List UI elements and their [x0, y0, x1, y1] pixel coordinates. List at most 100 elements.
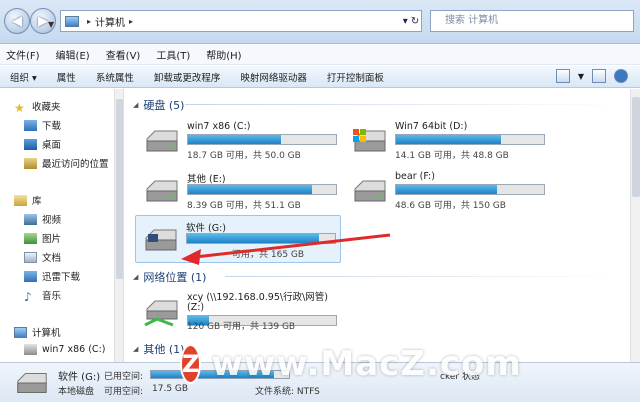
windows-drive-icon	[353, 129, 386, 152]
nav-scrollbar[interactable]	[114, 89, 123, 362]
hard-drive-icon	[146, 130, 178, 152]
music-note-icon: ♪	[24, 289, 32, 304]
picture-icon	[24, 232, 37, 244]
content-pane: ◢ 硬盘 (5) win7 x86 (C:) 18.7 GB 可用，共 50.0…	[125, 89, 640, 362]
chevron-right-icon[interactable]: ▸	[87, 17, 91, 26]
refresh-icon[interactable]: ▾ ↻	[400, 10, 422, 32]
details-usage-bar	[150, 370, 290, 379]
group-divider	[185, 104, 625, 105]
nav-thunder-label: 迅雷下载	[42, 272, 81, 283]
hard-drive-icon	[17, 373, 47, 394]
nav-documents-label: 文档	[42, 253, 62, 264]
nav-music[interactable]: ♪ 音乐	[24, 288, 61, 304]
back-button[interactable]: ◀	[4, 8, 30, 34]
hard-drive-icon	[354, 180, 386, 202]
group-header-hdd[interactable]: ◢ 硬盘 (5)	[133, 97, 184, 113]
menu-tools[interactable]: 工具(T)	[156, 47, 190, 62]
drive-d[interactable]: Win7 64bit (D:) 14.1 GB 可用，共 48.8 GB	[345, 117, 545, 163]
network-drive-name: xcy (\\192.168.0.95\行政\网管)	[187, 292, 328, 303]
nav-pictures[interactable]: 图片	[24, 231, 61, 245]
nav-computer-label: 计算机	[32, 328, 61, 339]
group-header-other[interactable]: ◢ 其他 (1)	[133, 341, 184, 357]
help-icon[interactable]	[614, 69, 628, 83]
map-network-drive-button[interactable]: 映射网络驱动器	[240, 70, 307, 84]
hard-drive-icon	[146, 180, 178, 202]
document-icon	[24, 251, 37, 263]
details-drive-name: 软件 (G:)	[58, 372, 101, 383]
details-bitlocker-status: cker 状态	[440, 372, 480, 382]
network-drive-icon	[144, 300, 178, 327]
nav-desktop-label: 桌面	[42, 140, 62, 151]
details-free-label: 可用空间:	[104, 387, 144, 397]
drive-c-usage-bar	[187, 134, 337, 145]
drive-f-usage-bar	[395, 184, 545, 195]
recent-places-icon	[24, 157, 37, 169]
system-properties-button[interactable]: 系统属性	[96, 70, 134, 84]
navigation-pane: ★ 收藏夹 下载 桌面 最近访问的位置 库 视频 图片 文档 迅雷下载 ♪ 音乐…	[0, 89, 124, 362]
nav-thunder-downloads[interactable]: 迅雷下载	[24, 269, 80, 283]
organize-button[interactable]: 组织 ▾	[10, 70, 37, 84]
computer-icon	[65, 15, 79, 27]
nav-videos[interactable]: 视频	[24, 212, 61, 226]
drive-d-usage-fill	[396, 135, 502, 144]
content-scrollbar[interactable]	[630, 89, 640, 362]
collapse-triangle-icon[interactable]: ◢	[133, 345, 138, 353]
library-icon	[14, 194, 27, 206]
content-scroll-thumb[interactable]	[632, 97, 640, 197]
nav-computer[interactable]: 计算机	[14, 325, 61, 339]
group-hdd-label: 硬盘 (5)	[143, 99, 185, 112]
nav-c-drive[interactable]: win7 x86 (C:)	[24, 344, 105, 355]
menu-file[interactable]: 文件(F)	[6, 47, 40, 62]
menu-help[interactable]: 帮助(H)	[206, 47, 241, 62]
group-network-label: 网络位置 (1)	[143, 271, 207, 284]
address-bar: ◀ ▶ ▼ ▸ 计算机 ▸ ▾ ↻ 搜索 计算机	[0, 0, 640, 44]
drive-f[interactable]: bear (F:) 48.6 GB 可用，共 150 GB	[345, 167, 545, 213]
properties-button[interactable]: 属性	[57, 70, 76, 84]
open-control-panel-button[interactable]: 打开控制面板	[327, 70, 384, 84]
drive-e[interactable]: 其他 (E:) 8.39 GB 可用，共 51.1 GB	[137, 167, 337, 213]
view-dropdown-icon[interactable]: ▼	[578, 72, 584, 81]
drive-e-name: 其他 (E:)	[187, 174, 226, 185]
details-free-value: 17.5 GB	[152, 384, 189, 394]
search-input[interactable]: 搜索 计算机	[430, 10, 634, 32]
preview-pane-icon[interactable]	[592, 69, 606, 83]
red-arrow-annotation	[181, 233, 391, 265]
drive-d-name: Win7 64bit (D:)	[395, 121, 468, 132]
nav-recent[interactable]: 最近访问的位置	[24, 156, 109, 170]
uninstall-program-button[interactable]: 卸载或更改程序	[154, 70, 221, 84]
nav-videos-label: 视频	[42, 215, 62, 226]
nav-downloads[interactable]: 下载	[24, 118, 61, 132]
group-header-network[interactable]: ◢ 网络位置 (1)	[133, 269, 206, 285]
menu-bar: 文件(F) 编辑(E) 查看(V) 工具(T) 帮助(H)	[0, 45, 640, 65]
nav-desktop[interactable]: 桌面	[24, 137, 61, 151]
collapse-triangle-icon[interactable]: ◢	[133, 273, 138, 281]
forward-arrow-icon: ▶	[38, 13, 48, 29]
nav-favorites[interactable]: ★ 收藏夹	[14, 99, 61, 115]
drive-e-size: 8.39 GB 可用，共 51.1 GB	[187, 201, 301, 211]
details-usage-fill	[151, 371, 274, 378]
nav-favorites-label: 收藏夹	[32, 102, 61, 113]
nav-documents[interactable]: 文档	[24, 250, 61, 264]
network-drive-size: 120 GB 可用，共 139 GB	[187, 322, 296, 332]
drive-e-usage-fill	[188, 185, 313, 194]
computer-icon	[14, 326, 27, 338]
drive-c-size: 18.7 GB 可用，共 50.0 GB	[187, 151, 301, 161]
drive-d-size: 14.1 GB 可用，共 48.8 GB	[395, 151, 509, 161]
nav-recent-label: 最近访问的位置	[42, 159, 109, 170]
address-box[interactable]: ▸ 计算机 ▸	[60, 10, 422, 32]
nav-downloads-label: 下载	[42, 121, 62, 132]
drive-f-name: bear (F:)	[395, 171, 435, 182]
network-drive-letter: (Z:)	[187, 302, 205, 313]
nav-libraries[interactable]: 库	[14, 193, 42, 207]
menu-view[interactable]: 查看(V)	[106, 47, 141, 62]
history-dropdown-icon[interactable]: ▼	[48, 20, 54, 29]
details-filesystem: 文件系统: NTFS	[255, 387, 320, 397]
nav-scroll-thumb[interactable]	[116, 99, 123, 279]
menu-edit[interactable]: 编辑(E)	[56, 47, 90, 62]
address-path[interactable]: 计算机	[95, 14, 125, 29]
view-options-icon[interactable]	[555, 69, 570, 83]
desktop-icon	[24, 138, 37, 150]
collapse-triangle-icon[interactable]: ◢	[133, 101, 138, 109]
drive-c[interactable]: win7 x86 (C:) 18.7 GB 可用，共 50.0 GB	[137, 117, 337, 163]
chevron-right-icon[interactable]: ▸	[129, 17, 133, 26]
